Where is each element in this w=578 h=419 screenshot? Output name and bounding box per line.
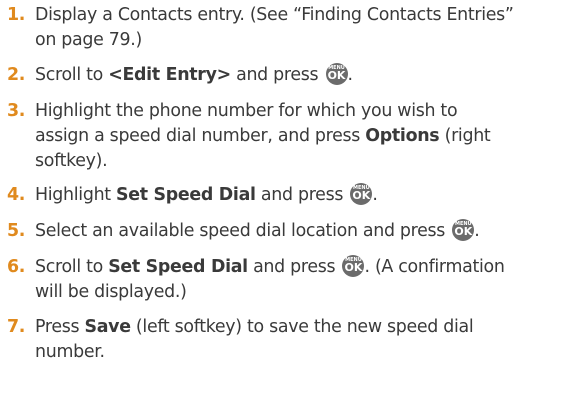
save-label: Save xyxy=(84,317,132,337)
set-speed-dial-label: Set Speed Dial xyxy=(108,257,248,277)
edit-entry-label: <Edit Entry> xyxy=(108,65,231,85)
step-line: Press Save (left softkey) to save the ne… xyxy=(35,317,474,337)
step-line: will be displayed.) xyxy=(35,282,187,302)
step-text: Highlight Set Speed Dial and press MENU O… xyxy=(35,183,575,208)
step-line: Select an available speed dial location … xyxy=(35,219,480,241)
options-label: Options xyxy=(365,126,440,146)
step-number: 7. xyxy=(7,317,26,337)
step-text: Scroll to <Edit Entry> and press MENU OK. xyxy=(35,63,575,88)
step-text: Display a Contacts entry. (See “Finding … xyxy=(35,3,575,53)
step-text: Press Save (left softkey) to save the ne… xyxy=(35,315,575,365)
menu-ok-key-icon: MENU OK xyxy=(342,255,365,277)
menu-ok-key-icon: MENU OK xyxy=(452,219,475,241)
step-line: Highlight Set Speed Dial and press MENU O… xyxy=(35,183,378,205)
menu-ok-key-icon: MENU OK xyxy=(325,63,348,85)
step-line: Display a Contacts entry. (See “Finding … xyxy=(35,5,514,25)
step-number: 3. xyxy=(7,101,26,121)
step-line: number. xyxy=(35,342,105,362)
set-speed-dial-label: Set Speed Dial xyxy=(116,185,256,205)
step-line: on page 79.) xyxy=(35,30,142,50)
step-number: 4. xyxy=(7,185,26,205)
step-number: 6. xyxy=(7,257,26,277)
step-line: Scroll to <Edit Entry> and press MENU OK. xyxy=(35,63,353,85)
step-number: 5. xyxy=(7,221,26,241)
step-text: Select an available speed dial location … xyxy=(35,219,575,244)
step-line: softkey). xyxy=(35,151,108,171)
step-line: Highlight the phone number for which you… xyxy=(35,101,458,121)
step-text: Scroll to Set Speed Dial and press MENU O… xyxy=(35,255,575,305)
menu-ok-key-icon: MENU OK xyxy=(350,183,373,205)
step-line: assign a speed dial number, and press Op… xyxy=(35,126,491,146)
step-line: Scroll to Set Speed Dial and press MENU O… xyxy=(35,255,505,277)
step-text: Highlight the phone number for which you… xyxy=(35,99,575,174)
step-number: 1. xyxy=(7,5,26,25)
step-number: 2. xyxy=(7,65,26,85)
